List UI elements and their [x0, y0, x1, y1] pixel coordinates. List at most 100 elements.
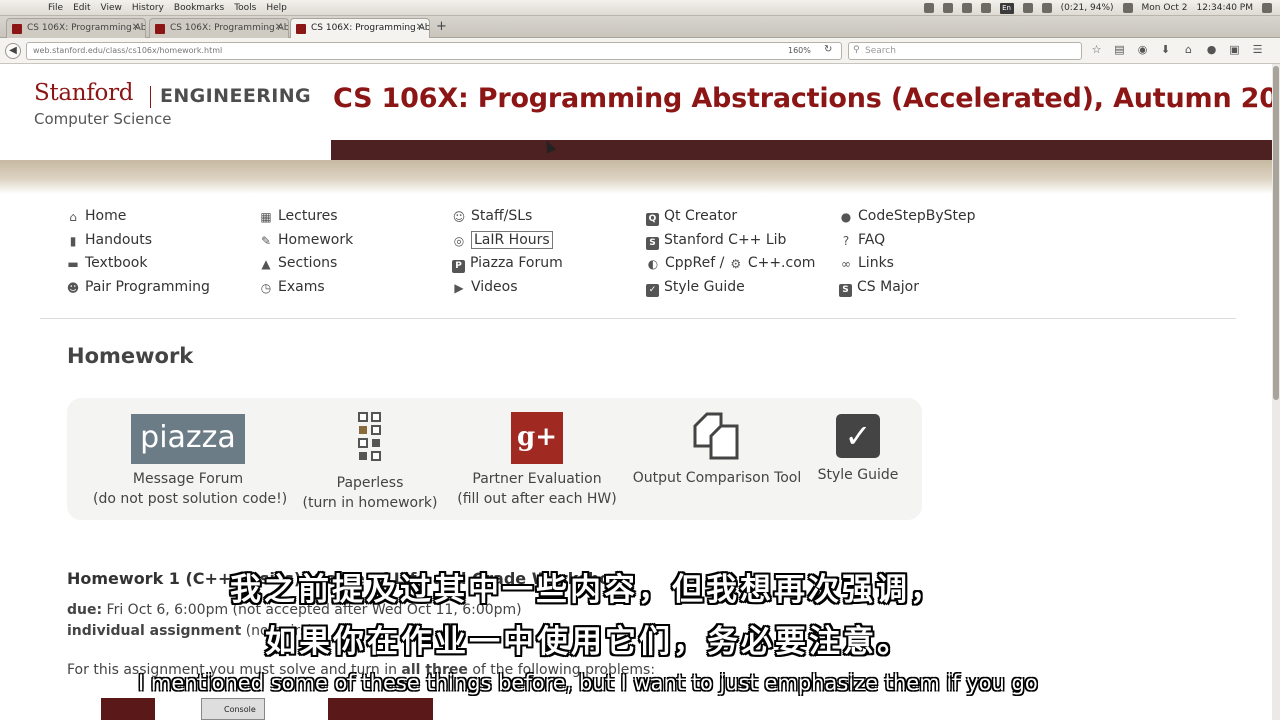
problem-thumbnail[interactable]	[101, 698, 155, 720]
problem-thumbnail-console[interactable]: Console	[201, 698, 265, 720]
tool-label: Style Guide	[817, 467, 899, 483]
wifi-icon[interactable]	[1022, 3, 1033, 13]
users-icon: ☻	[66, 280, 80, 295]
nav-lectures[interactable]: ▦ Lectures	[259, 208, 353, 232]
pocket-icon[interactable]: ◉	[1136, 43, 1149, 57]
stanford-logo-text[interactable]: Stanford	[34, 80, 134, 106]
clipboard-icon[interactable]	[923, 3, 934, 13]
addon-icon[interactable]: ●	[1205, 43, 1218, 57]
nav-lair-hours[interactable]: ◎ LaIR Hours	[452, 230, 563, 256]
nav-cppref[interactable]: ◐ CppRef / ⚙ C++.com	[646, 255, 816, 279]
scrollbar-thumb[interactable]	[1273, 66, 1279, 400]
output-comparison-tool[interactable]: Output Comparison Tool	[630, 410, 804, 488]
nav-label: Qt Creator	[664, 208, 738, 224]
menu-view[interactable]: View	[101, 2, 122, 14]
network-icon[interactable]	[961, 3, 972, 13]
tool-label: Partner Evaluation	[472, 471, 602, 487]
nav-handouts[interactable]: ▮ Handouts	[66, 232, 210, 256]
power-icon[interactable]	[1262, 3, 1272, 13]
nav-faq[interactable]: ? FAQ	[839, 232, 975, 256]
browser-tab[interactable]: CS 106X: Programming Abstra ✕	[6, 18, 146, 38]
nav-column-5: ● CodeStepByStep ? FAQ ∞ Links S CS Major	[839, 208, 975, 302]
nav-piazza[interactable]: P Piazza Forum	[452, 255, 563, 279]
extension-icon[interactable]: ▣	[1228, 43, 1241, 57]
partner-evaluation-tool[interactable]: g+ Partner Evaluation (fill out after ea…	[452, 412, 622, 509]
question-icon: ?	[842, 233, 850, 248]
menu-bookmarks[interactable]: Bookmarks	[174, 2, 224, 14]
engineering-logo-text[interactable]: ENGINEERING	[160, 85, 311, 107]
close-icon[interactable]: ✕	[416, 22, 424, 33]
header-texture-band	[0, 160, 1272, 194]
clock[interactable]: 12:34:40 PM	[1197, 3, 1253, 13]
url-input[interactable]: web.stanford.edu/class/cs106x/homework.h…	[26, 42, 842, 60]
settings-icon[interactable]	[942, 3, 953, 13]
codestep-icon: ●	[840, 210, 852, 224]
nav-stanford-lib[interactable]: S Stanford C++ Lib	[646, 232, 815, 256]
nav-home[interactable]: ⌂ Home	[66, 208, 210, 232]
nav-column-3: ☺ Staff/SLs ◎ LaIR Hours P Piazza Forum ▶ Vi…	[452, 208, 563, 302]
nav-links[interactable]: ∞ Links	[839, 255, 975, 279]
cplusplus-icon: ⚙	[730, 257, 742, 271]
nav-label: Homework	[278, 231, 354, 248]
back-button[interactable]: ◀	[5, 43, 21, 59]
volume-icon[interactable]	[1122, 3, 1133, 13]
nav-homework[interactable]: ✎ Homework	[259, 232, 353, 256]
menu-edit[interactable]: Edit	[73, 2, 90, 14]
new-tab-button[interactable]: +	[436, 19, 447, 34]
input-method-indicator[interactable]: En	[999, 2, 1014, 14]
style-guide-tool[interactable]: ✓ Style Guide	[812, 414, 904, 485]
tab-title: CS 106X: Programming Abstra	[170, 23, 289, 33]
browser-tab-active[interactable]: CS 106X: Programming Abstra ✕	[290, 18, 430, 39]
menu-help[interactable]: Help	[266, 2, 287, 14]
nav-codestepbystep[interactable]: ● CodeStepByStep	[839, 208, 976, 232]
nav-videos[interactable]: ▶ Videos	[452, 279, 563, 303]
bluetooth-icon[interactable]	[980, 3, 991, 13]
message-forum-tool[interactable]: piazza Message Forum (do not post soluti…	[93, 414, 287, 509]
book-icon: ▮	[69, 233, 77, 248]
piazza-logo: piazza	[131, 414, 245, 464]
nav-cs-major[interactable]: S CS Major	[839, 279, 975, 303]
paperless-tool[interactable]: Paperless (turn in homework)	[300, 412, 440, 513]
lifebuoy-icon: ◎	[453, 233, 465, 248]
reload-icon[interactable]: ↻	[824, 44, 832, 55]
tool-label: Message Forum	[132, 471, 244, 487]
nav-staff[interactable]: ☺ Staff/SLs	[452, 208, 563, 232]
nav-qt-creator[interactable]: Q Qt Creator	[646, 208, 815, 232]
page-title: Homework	[67, 344, 194, 368]
close-icon[interactable]: ✕	[275, 22, 283, 33]
nav-label: Sections	[278, 255, 338, 271]
nav-label: Style Guide	[664, 278, 745, 295]
menu-tools[interactable]: Tools	[234, 2, 256, 14]
nav-label: Pair Programming	[85, 278, 210, 295]
problem-thumbnail[interactable]	[328, 698, 433, 720]
menu-file[interactable]: File	[48, 2, 63, 14]
nav-pair-programming[interactable]: ☻ Pair Programming	[66, 279, 210, 303]
individual-label: individual assignment	[67, 623, 242, 639]
nav-label: CS Major	[857, 278, 919, 295]
subtitle-chinese-line-1: 我之前提及过其中一些内容，但我想再次强调，	[230, 572, 944, 608]
date-display[interactable]: Mon Oct 2	[1142, 3, 1188, 13]
battery-icon[interactable]	[1041, 3, 1052, 13]
os-menu-bar: File Edit View History Bookmarks Tools H…	[0, 0, 1280, 16]
menu-icon[interactable]: ☰	[1251, 43, 1264, 57]
department-name[interactable]: Computer Science	[34, 110, 171, 128]
nav-label: Home	[85, 208, 127, 224]
bookmark-star-icon[interactable]: ☆	[1090, 43, 1103, 57]
home-icon[interactable]: ⌂	[1182, 43, 1195, 57]
title-accent-bar	[331, 140, 1272, 160]
search-input[interactable]: ⚲ Search	[848, 42, 1082, 60]
qt-icon: Q	[646, 213, 659, 226]
console-label: Console	[224, 705, 256, 714]
nav-sections[interactable]: ▲ Sections	[259, 255, 353, 279]
nav-textbook[interactable]: ▬ Textbook	[66, 255, 210, 279]
download-icon[interactable]: ⬇	[1159, 43, 1172, 57]
browser-tab[interactable]: CS 106X: Programming Abstra ✕	[149, 18, 289, 38]
nav-style-guide[interactable]: ✓ Style Guide	[646, 279, 815, 303]
menu-history[interactable]: History	[132, 2, 164, 14]
reading-list-icon[interactable]: ▤	[1113, 43, 1126, 57]
close-icon[interactable]: ✕	[132, 22, 140, 33]
site-header: Stanford ENGINEERING Computer Science CS…	[0, 64, 1272, 160]
nav-exams[interactable]: ◷ Exams	[259, 279, 353, 303]
stanford-favicon-icon	[296, 24, 306, 34]
zoom-level[interactable]: 160%	[788, 46, 811, 55]
